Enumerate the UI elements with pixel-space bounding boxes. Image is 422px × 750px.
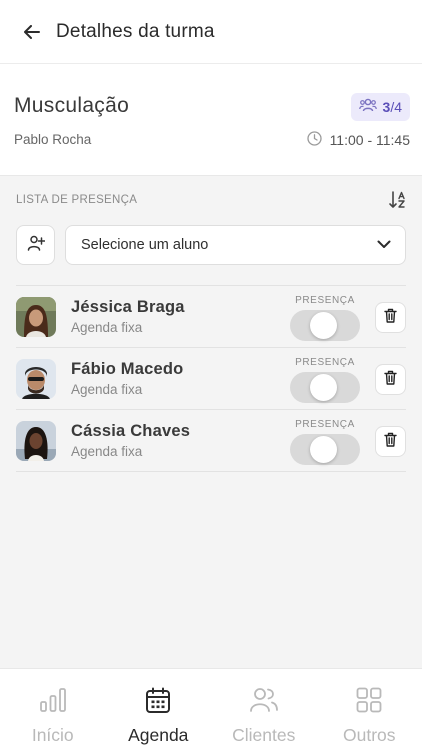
time-range: 11:00 - 11:45 xyxy=(329,132,410,148)
avatar xyxy=(16,421,56,461)
capacity-badge: 3/4 xyxy=(350,93,410,121)
list-item: Cássia Chaves Agenda fixa PRESENÇA xyxy=(16,410,406,472)
nav-item-clientes[interactable]: Clientes xyxy=(211,669,317,750)
nav-item-outros[interactable]: Outros xyxy=(317,669,422,750)
teacher-name: Pablo Rocha xyxy=(14,132,92,147)
student-name: Jéssica Braga xyxy=(71,298,185,316)
avatar xyxy=(16,359,56,399)
remove-student-button[interactable] xyxy=(375,302,406,333)
toggle-knob xyxy=(310,312,337,339)
user-plus-icon xyxy=(27,234,45,257)
attendance-list-title: LISTA DE PRESENÇA xyxy=(16,194,138,206)
student-schedule: Agenda fixa xyxy=(71,382,143,397)
student-list: Jéssica Braga Agenda fixa PRESENÇA Fábio… xyxy=(16,285,406,472)
student-name: Cássia Chaves xyxy=(71,422,191,440)
presence-label: PRESENÇA xyxy=(295,357,355,368)
chevron-down-icon xyxy=(377,236,391,254)
nav-label: Outros xyxy=(342,725,396,745)
list-item: Fábio Macedo Agenda fixa PRESENÇA xyxy=(16,348,406,410)
class-time: 11:00 - 11:45 xyxy=(306,131,410,149)
trash-icon xyxy=(384,432,397,452)
bottom-nav: Início Agenda Clientes Outros xyxy=(0,668,422,750)
toggle-knob xyxy=(310,436,337,463)
toggle-knob xyxy=(310,374,337,401)
nav-item-agenda[interactable]: Agenda xyxy=(106,669,212,750)
capacity-count: 3/4 xyxy=(382,99,402,115)
remove-student-button[interactable] xyxy=(375,426,406,457)
sort-alpha-icon[interactable] xyxy=(388,190,408,210)
nav-label: Agenda xyxy=(128,725,189,745)
student-schedule: Agenda fixa xyxy=(71,444,143,459)
presence-toggle[interactable] xyxy=(290,310,360,341)
trash-icon xyxy=(384,370,397,390)
presence-toggle[interactable] xyxy=(290,434,360,465)
presence-label: PRESENÇA xyxy=(295,295,355,306)
presence-label: PRESENÇA xyxy=(295,419,355,430)
student-select-value: Selecione um aluno xyxy=(81,237,209,253)
bar-chart-icon xyxy=(38,685,68,715)
class-name: Musculação xyxy=(14,94,130,117)
page-title: Detalhes da turma xyxy=(56,20,215,42)
student-name: Fábio Macedo xyxy=(71,360,184,378)
add-student-button[interactable] xyxy=(16,225,55,265)
student-schedule: Agenda fixa xyxy=(71,320,143,335)
users-icon xyxy=(358,97,377,118)
student-select[interactable]: Selecione um aluno xyxy=(65,225,406,265)
trash-icon xyxy=(384,308,397,328)
nav-label: Clientes xyxy=(232,725,296,745)
app-header: Detalhes da turma xyxy=(0,0,422,64)
arrow-left-icon[interactable] xyxy=(20,20,44,44)
list-item: Jéssica Braga Agenda fixa PRESENÇA xyxy=(16,286,406,348)
nav-label: Início xyxy=(31,725,74,745)
clock-icon xyxy=(306,131,322,149)
users-icon xyxy=(249,685,279,715)
class-info-card: Musculação Pablo Rocha 3/4 11:00 - 11:45 xyxy=(0,64,422,176)
calendar-icon xyxy=(143,685,173,715)
nav-item-inicio[interactable]: Início xyxy=(0,669,106,750)
presence-toggle[interactable] xyxy=(290,372,360,403)
remove-student-button[interactable] xyxy=(375,364,406,395)
grid-icon xyxy=(354,685,384,715)
avatar xyxy=(16,297,56,337)
